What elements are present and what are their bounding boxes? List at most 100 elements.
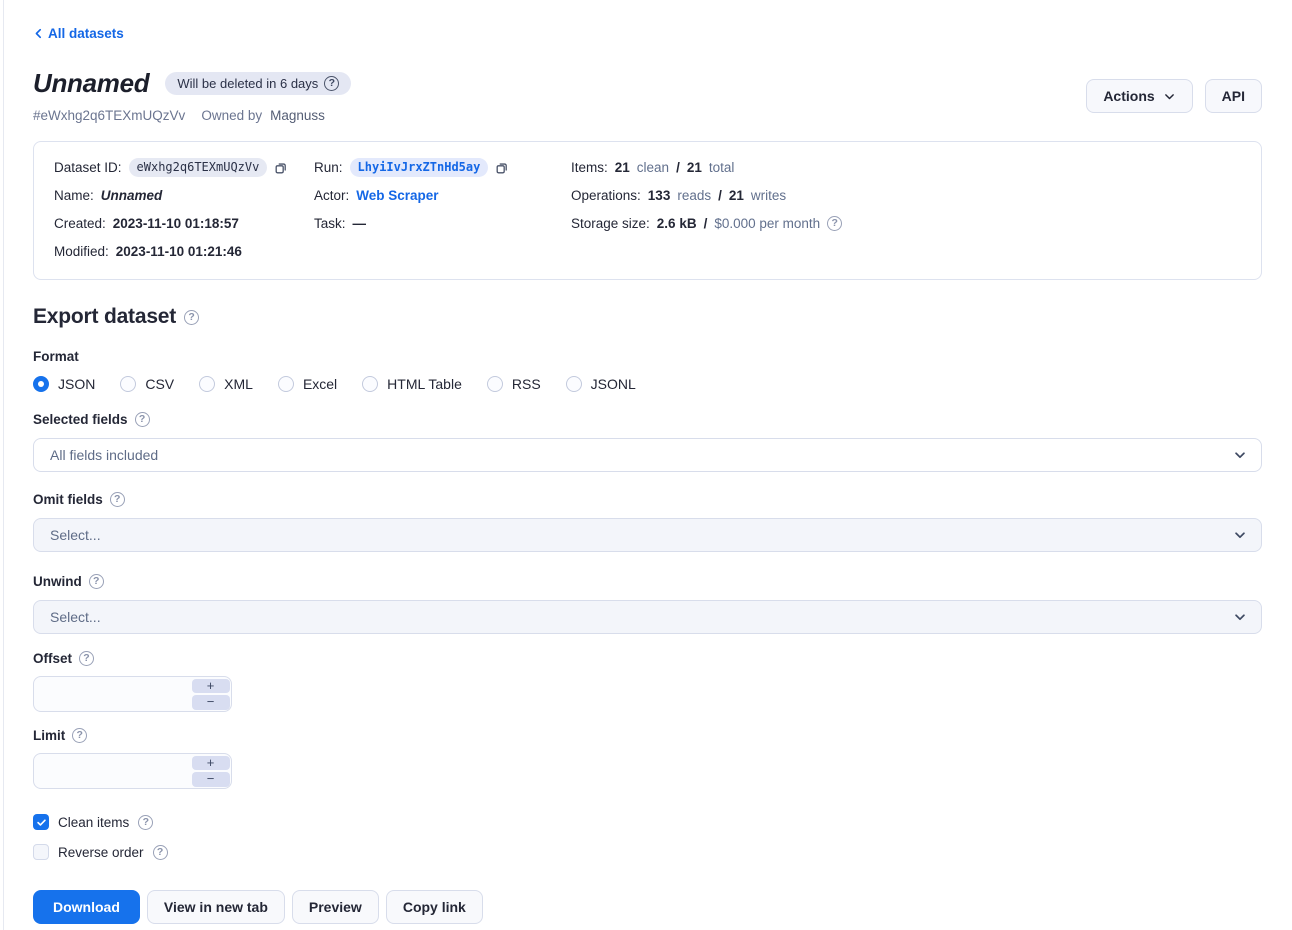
modified-value: 2023-11-10 01:21:46 [116, 244, 242, 259]
omit-fields-label: Omit fields [33, 492, 103, 507]
radio-label: HTML Table [387, 376, 462, 392]
dataset-info-card: Dataset ID: eWxhg2q6TEXmUQzVv Run: LhyiI… [33, 141, 1262, 280]
help-icon[interactable] [138, 815, 153, 830]
increment-button[interactable]: + [192, 756, 230, 771]
export-actions: Download View in new tab Preview Copy li… [33, 890, 1262, 924]
created-label: Created: [54, 216, 106, 231]
help-icon[interactable] [153, 845, 168, 860]
chevron-left-icon [33, 28, 44, 39]
help-icon[interactable] [72, 728, 87, 743]
operations-separator: / [718, 188, 722, 203]
owner-name: Magnuss [270, 108, 325, 123]
reverse-order-checkbox-row[interactable]: Reverse order [33, 844, 1262, 860]
radio-label: JSONL [591, 376, 636, 392]
selected-fields-value: All fields included [50, 447, 158, 463]
selected-fields-dropdown[interactable]: All fields included [33, 438, 1262, 472]
reverse-order-label: Reverse order [58, 845, 144, 860]
header-actions: Actions API [1086, 79, 1262, 113]
decrement-button[interactable]: − [192, 772, 230, 787]
clean-items-checkbox-row[interactable]: Clean items [33, 814, 1262, 830]
radio-label: Excel [303, 376, 337, 392]
storage-size-label: Storage size: [571, 216, 650, 231]
content-pane-divider [3, 0, 4, 930]
radio-icon [362, 376, 378, 392]
radio-icon [120, 376, 136, 392]
page-title: Unnamed [33, 68, 149, 99]
limit-field-wrap: + − [33, 753, 232, 789]
items-total-suffix: total [709, 160, 735, 175]
offset-steppers: + − [192, 679, 230, 710]
writes-suffix: writes [751, 188, 786, 203]
format-radio-jsonl[interactable]: JSONL [566, 376, 636, 392]
download-button[interactable]: Download [33, 890, 140, 924]
decrement-button[interactable]: − [192, 695, 230, 710]
radio-label: RSS [512, 376, 541, 392]
modified-label: Modified: [54, 244, 109, 259]
actions-button[interactable]: Actions [1086, 79, 1192, 113]
unwind-placeholder: Select... [50, 609, 101, 625]
help-icon[interactable] [89, 574, 104, 589]
format-radio-csv[interactable]: CSV [120, 376, 174, 392]
help-icon[interactable] [110, 492, 125, 507]
help-icon[interactable] [79, 651, 94, 666]
radio-icon [199, 376, 215, 392]
unwind-dropdown[interactable]: Select... [33, 600, 1262, 634]
items-separator: / [676, 160, 680, 175]
format-radio-excel[interactable]: Excel [278, 376, 337, 392]
name-label: Name: [54, 188, 94, 203]
run-id-link[interactable]: LhyiIvJrxZTnHd5ay [350, 158, 489, 177]
items-clean-count: 21 [615, 160, 630, 175]
api-button[interactable]: API [1205, 79, 1262, 113]
task-label: Task: [314, 216, 346, 231]
chevron-down-icon [1233, 448, 1247, 462]
omit-fields-dropdown[interactable]: Select... [33, 518, 1262, 552]
back-link-label: All datasets [48, 26, 124, 41]
omit-fields-placeholder: Select... [50, 527, 101, 543]
help-icon[interactable] [324, 76, 339, 91]
format-radio-xml[interactable]: XML [199, 376, 253, 392]
created-value: 2023-11-10 01:18:57 [113, 216, 239, 231]
radio-icon [278, 376, 294, 392]
view-in-new-tab-button[interactable]: View in new tab [147, 890, 285, 924]
radio-label: JSON [58, 376, 95, 392]
items-total-count: 21 [687, 160, 702, 175]
radio-label: XML [224, 376, 253, 392]
actor-link[interactable]: Web Scraper [356, 188, 438, 203]
dataset-id-label: Dataset ID: [54, 160, 122, 175]
copy-icon[interactable] [274, 161, 288, 175]
storage-size-value: 2.6 kB [657, 216, 697, 231]
owned-by-label: Owned by [201, 108, 262, 123]
offset-label: Offset [33, 651, 72, 666]
format-radio-rss[interactable]: RSS [487, 376, 541, 392]
help-icon[interactable] [827, 216, 842, 231]
format-radio-json[interactable]: JSON [33, 376, 95, 392]
format-radio-html-table[interactable]: HTML Table [362, 376, 462, 392]
run-label: Run: [314, 160, 343, 175]
help-icon[interactable] [135, 412, 150, 427]
items-label: Items: [571, 160, 608, 175]
storage-separator: / [704, 216, 708, 231]
api-button-label: API [1222, 88, 1245, 104]
reads-count: 133 [648, 188, 671, 203]
back-to-all-datasets-link[interactable]: All datasets [33, 26, 124, 41]
checkbox-checked-icon [33, 814, 49, 830]
operations-label: Operations: [571, 188, 641, 203]
actor-label: Actor: [314, 188, 349, 203]
help-icon[interactable] [184, 310, 199, 325]
radio-icon [487, 376, 503, 392]
chevron-down-icon [1163, 90, 1176, 103]
clean-items-label: Clean items [58, 815, 129, 830]
writes-count: 21 [729, 188, 744, 203]
name-value: Unnamed [101, 188, 163, 203]
selected-fields-label: Selected fields [33, 412, 128, 427]
format-label: Format [33, 349, 1262, 364]
offset-field-wrap: + − [33, 676, 232, 712]
deletion-badge-label: Will be deleted in 6 days [177, 76, 318, 91]
preview-button[interactable]: Preview [292, 890, 379, 924]
checkbox-unchecked-icon [33, 844, 49, 860]
copy-link-button[interactable]: Copy link [386, 890, 483, 924]
increment-button[interactable]: + [192, 679, 230, 694]
copy-icon[interactable] [495, 161, 509, 175]
format-radio-group: JSON CSV XML Excel HTML Table RSS JSONL [33, 376, 1262, 392]
unwind-label: Unwind [33, 574, 82, 589]
